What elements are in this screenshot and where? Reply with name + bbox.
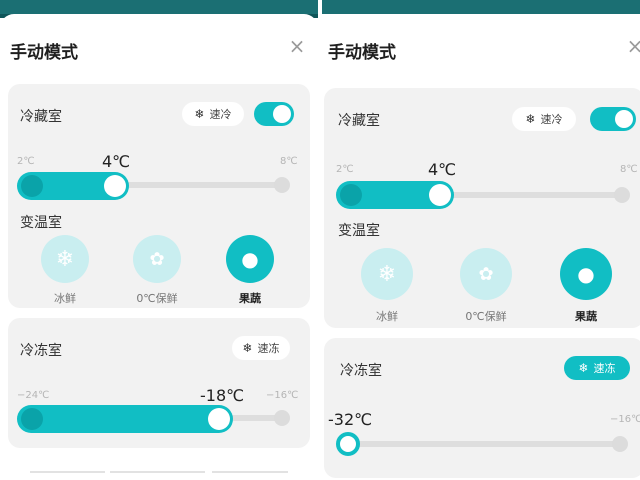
mode-fruit-veg[interactable]: ● xyxy=(560,248,612,300)
freezer-card: 冷冻室 ❄ 速冻 −24℃ -18℃ −16℃ xyxy=(8,318,310,448)
quick-freeze-button[interactable]: ❄ 速冻 xyxy=(564,356,630,380)
snowflake-icon: ❄ xyxy=(578,361,589,375)
fridge-slider-end xyxy=(274,177,290,193)
fridge-toggle[interactable] xyxy=(254,102,294,126)
quick-cool-button[interactable]: ❄ 速冷 xyxy=(182,102,244,126)
left-panel: 手动模式 × 冷藏室 ❄ 速冷 2℃ 4℃ 8℃ 变温室 ❄ 冰鲜 ✿ 0℃保鲜… xyxy=(0,0,318,480)
toggle-knob xyxy=(273,105,291,123)
close-icon[interactable]: × xyxy=(624,36,640,58)
mode-fruit-veg-label: 果蔬 xyxy=(575,310,597,323)
fridge-slider-thumb[interactable] xyxy=(429,184,451,206)
quick-freeze-button[interactable]: ❄ 速冻 xyxy=(232,336,290,360)
freezer-slider-thumb[interactable] xyxy=(208,408,230,430)
bottom-divider xyxy=(110,471,205,473)
fridge-min-label: 2℃ xyxy=(17,156,35,167)
mode-zero-fresh-label: 0℃保鲜 xyxy=(136,292,178,305)
close-icon[interactable]: × xyxy=(286,36,308,58)
fridge-toggle[interactable] xyxy=(590,107,636,131)
mode-zero-fresh[interactable]: ✿ xyxy=(133,235,181,283)
mode-ice-fresh-label: 冰鲜 xyxy=(376,310,398,323)
freezer-card: 冷冻室 ❄ 速冻 -32℃ −16℃ xyxy=(324,338,640,478)
toggle-knob xyxy=(615,110,633,128)
quick-cool-label: 速冷 xyxy=(209,108,232,121)
lotus-icon: ✿ xyxy=(149,248,165,270)
freezer-min-label: −24℃ xyxy=(17,390,50,401)
freezer-slider-track[interactable] xyxy=(344,441,626,447)
manual-mode-sheet: 手动模式 × 冷藏室 ❄ 速冷 2℃ 4℃ 8℃ 变温室 ❄ 冰鲜 ✿ 0℃保鲜… xyxy=(0,14,318,480)
freezer-slider-end xyxy=(612,436,628,452)
fridge-max-label: 8℃ xyxy=(280,156,298,167)
quick-freeze-label: 速冻 xyxy=(257,342,280,355)
lotus-icon: ✿ xyxy=(478,263,494,285)
fridge-card: 冷藏室 ❄ 速冷 2℃ 4℃ 8℃ 变温室 ❄ 冰鲜 ✿ 0℃保鲜 ● 果蔬 xyxy=(324,88,640,328)
bottom-divider xyxy=(212,471,288,473)
fridge-label: 冷藏室 xyxy=(338,113,380,129)
fridge-card: 冷藏室 ❄ 速冷 2℃ 4℃ 8℃ 变温室 ❄ 冰鲜 ✿ 0℃保鲜 ● 果蔬 xyxy=(8,84,310,308)
quick-freeze-label: 速冻 xyxy=(593,362,616,375)
freezer-label: 冷冻室 xyxy=(20,343,62,359)
fridge-value: 4℃ xyxy=(428,160,457,179)
fridge-slider-track[interactable] xyxy=(118,182,288,188)
variable-room-label: 变温室 xyxy=(20,215,62,231)
quick-cool-label: 速冷 xyxy=(540,113,563,126)
mode-zero-fresh-label: 0℃保鲜 xyxy=(465,310,507,323)
apple-icon: ● xyxy=(577,262,595,286)
fridge-slider-start-dot xyxy=(340,184,362,206)
snowflake-icon: ❄ xyxy=(377,261,397,287)
page-title: 手动模式 xyxy=(10,43,78,63)
right-panel: 手动模式 × 冷藏室 ❄ 速冷 2℃ 4℃ 8℃ 变温室 ❄ 冰鲜 ✿ 0℃保鲜… xyxy=(322,0,640,480)
variable-room-label: 变温室 xyxy=(338,223,380,239)
quick-cool-button[interactable]: ❄ 速冷 xyxy=(512,107,576,131)
freezer-max-label: −16℃ xyxy=(610,414,640,425)
fridge-min-label: 2℃ xyxy=(336,164,354,175)
snowflake-icon: ❄ xyxy=(55,246,75,272)
freezer-slider-end xyxy=(274,410,290,426)
fridge-slider-start-dot xyxy=(21,175,43,197)
fridge-label: 冷藏室 xyxy=(20,109,62,125)
freezer-value: -18℃ xyxy=(200,386,245,405)
freezer-max-label: −16℃ xyxy=(266,390,299,401)
manual-mode-sheet: 手动模式 × 冷藏室 ❄ 速冷 2℃ 4℃ 8℃ 变温室 ❄ 冰鲜 ✿ 0℃保鲜… xyxy=(322,14,640,480)
bottom-divider xyxy=(30,471,105,473)
mode-ice-fresh[interactable]: ❄ xyxy=(41,235,89,283)
mode-ice-fresh-label: 冰鲜 xyxy=(54,292,76,305)
fridge-slider-end xyxy=(614,187,630,203)
snowflake-icon: ❄ xyxy=(242,341,253,355)
freezer-value: -32℃ xyxy=(328,410,373,429)
freezer-slider-thumb[interactable] xyxy=(336,432,360,456)
fridge-slider-track[interactable] xyxy=(442,192,622,198)
mode-fruit-veg[interactable]: ● xyxy=(226,235,274,283)
fridge-max-label: 8℃ xyxy=(620,164,638,175)
page-title: 手动模式 xyxy=(328,43,396,63)
mode-zero-fresh[interactable]: ✿ xyxy=(460,248,512,300)
fridge-slider-fill xyxy=(17,172,129,200)
fridge-value: 4℃ xyxy=(102,152,131,171)
fridge-slider-thumb[interactable] xyxy=(104,175,126,197)
snowflake-icon: ❄ xyxy=(194,107,205,121)
freezer-slider-fill xyxy=(17,405,233,433)
freezer-label: 冷冻室 xyxy=(340,363,382,379)
apple-icon: ● xyxy=(241,247,259,271)
mode-ice-fresh[interactable]: ❄ xyxy=(361,248,413,300)
fridge-slider-fill xyxy=(336,181,454,209)
mode-fruit-veg-label: 果蔬 xyxy=(239,292,261,305)
snowflake-icon: ❄ xyxy=(525,112,536,126)
freezer-slider-start-dot xyxy=(21,408,43,430)
